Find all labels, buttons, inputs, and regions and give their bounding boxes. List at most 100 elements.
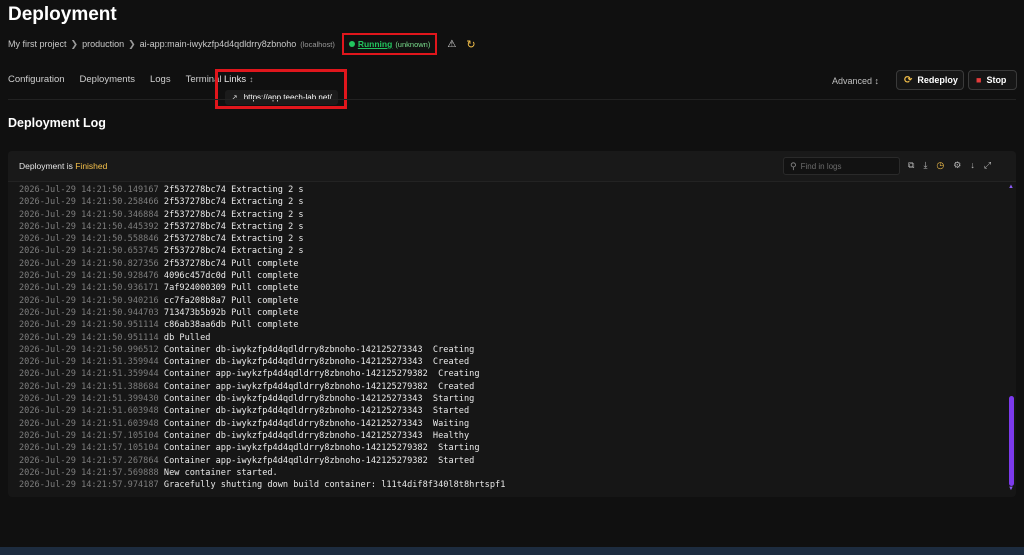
tab-bar: Configuration Deployments Logs Terminal — [8, 74, 221, 85]
copy-icon[interactable]: ⧉ — [908, 160, 914, 171]
redeploy-label: Redeploy — [917, 75, 958, 85]
log-message: Container db-iwykzfp4d4qdldrry8zbnoho-14… — [163, 344, 475, 355]
log-line: 2026-Jul-29 14:21:57.569888 New containe… — [19, 467, 999, 479]
breadcrumb-app[interactable]: ai-app:main-iwykzfp4d4qdldrry8zbnoho — [140, 39, 297, 49]
log-timestamp: 2026-Jul-29 14:21:50.951114 — [19, 332, 159, 343]
scroll-down-icon[interactable]: ▼ — [1008, 486, 1014, 492]
log-message: Container app-iwykzfp4d4qdldrry8zbnoho-1… — [163, 455, 475, 466]
log-message: c86ab38aa6db Pull complete — [163, 320, 299, 331]
search-icon: ⚲ — [790, 160, 797, 171]
log-line: 2026-Jul-29 14:21:57.105104 Container ap… — [19, 442, 999, 454]
log-message: 2f537278bc74 Extracting 2 s — [163, 246, 304, 257]
log-timestamp: 2026-Jul-29 14:21:51.359944 — [19, 357, 159, 368]
log-header: Deployment is Finished ⚲ ⧉ ⤓ ◷ ⚙ ↓ ⤢ — [8, 151, 1016, 182]
log-toolbar: ⧉ ⤓ ◷ ⚙ ↓ ⤢ — [908, 160, 991, 171]
chevron-updown-icon: ↕ — [874, 76, 880, 86]
log-message: 2f537278bc74 Extracting 2 s — [163, 234, 304, 245]
advanced-label: Advanced — [832, 76, 873, 86]
log-message: cc7fa208b8a7 Pull complete — [163, 295, 299, 306]
breadcrumb-environment[interactable]: production — [82, 39, 124, 49]
breadcrumb-host: (localhost) — [300, 39, 335, 49]
status-detail: (unknown) — [395, 39, 431, 49]
log-timestamp: 2026-Jul-29 14:21:50.928476 — [19, 271, 159, 282]
log-line: 2026-Jul-29 14:21:51.388684 Container ap… — [19, 381, 999, 393]
log-message: 2f537278bc74 Extracting 2 s — [163, 185, 304, 195]
log-timestamp: 2026-Jul-29 14:21:57.267864 — [19, 455, 159, 466]
log-line: 2026-Jul-29 14:21:50.258466 2f537278bc74… — [19, 196, 999, 208]
log-timestamp: 2026-Jul-29 14:21:51.603948 — [19, 418, 159, 429]
log-message: Gracefully shutting down build container… — [163, 480, 506, 491]
scroll-up-icon[interactable]: ▲ — [1008, 184, 1014, 190]
log-line: 2026-Jul-29 14:21:50.149167 2f537278bc74… — [19, 184, 999, 196]
log-line: 2026-Jul-29 14:21:50.928476 4096c457dc0d… — [19, 270, 999, 282]
log-message: 713473b5b92b Pull complete — [163, 307, 299, 318]
tab-logs[interactable]: Logs — [150, 74, 171, 85]
log-line: 2026-Jul-29 14:21:50.346884 2f537278bc74… — [19, 209, 999, 221]
clock-icon[interactable]: ◷ — [936, 160, 944, 171]
log-timestamp: 2026-Jul-29 14:21:50.346884 — [19, 209, 159, 220]
log-line: 2026-Jul-29 14:21:57.974187 Gracefully s… — [19, 479, 999, 491]
log-line: 2026-Jul-29 14:21:50.653745 2f537278bc74… — [19, 245, 999, 257]
log-search[interactable]: ⚲ — [783, 157, 900, 175]
log-message: 7af924000309 Pull complete — [163, 283, 299, 294]
log-line: 2026-Jul-29 14:21:51.399430 Container db… — [19, 393, 999, 405]
log-line: 2026-Jul-29 14:21:57.267864 Container ap… — [19, 455, 999, 467]
log-timestamp: 2026-Jul-29 14:21:57.974187 — [19, 480, 159, 491]
log-line: 2026-Jul-29 14:21:50.996512 Container db… — [19, 344, 999, 356]
tab-divider — [8, 99, 1016, 100]
chevron-right-icon: ❯ — [70, 38, 79, 49]
expand-icon[interactable]: ⤢ — [984, 160, 991, 171]
log-timestamp: 2026-Jul-29 14:21:50.149167 — [19, 185, 159, 195]
search-input[interactable] — [800, 161, 891, 171]
tab-configuration[interactable]: Configuration — [8, 74, 65, 85]
deployment-status: Deployment is Finished — [19, 161, 107, 171]
log-message: Container app-iwykzfp4d4qdldrry8zbnoho-1… — [163, 369, 480, 380]
section-title: Deployment Log — [8, 116, 106, 130]
log-timestamp: 2026-Jul-29 14:21:57.105104 — [19, 443, 159, 454]
status-running[interactable]: Running — [358, 39, 392, 49]
log-message: 4096c457dc0d Pull complete — [163, 271, 299, 282]
log-timestamp: 2026-Jul-29 14:21:51.388684 — [19, 381, 159, 392]
log-line: 2026-Jul-29 14:21:51.603948 Container db… — [19, 405, 999, 417]
log-timestamp: 2026-Jul-29 14:21:50.653745 — [19, 246, 159, 257]
log-message: Container db-iwykzfp4d4qdldrry8zbnoho-14… — [163, 430, 470, 441]
log-line: 2026-Jul-29 14:21:51.603948 Container db… — [19, 418, 999, 430]
log-message: 2f537278bc74 Extracting 2 s — [163, 209, 304, 220]
highlight-box — [215, 69, 347, 109]
log-line: 2026-Jul-29 14:21:51.359944 Container db… — [19, 356, 999, 368]
tab-deployments[interactable]: Deployments — [80, 74, 135, 85]
page-title: Deployment — [8, 4, 117, 25]
warning-icon[interactable]: ⚠ — [447, 39, 456, 50]
stop-icon: ■ — [976, 75, 982, 85]
log-timestamp: 2026-Jul-29 14:21:50.951114 — [19, 320, 159, 331]
log-timestamp: 2026-Jul-29 14:21:50.944703 — [19, 307, 159, 318]
log-timestamp: 2026-Jul-29 14:21:50.445392 — [19, 221, 159, 232]
log-line: 2026-Jul-29 14:21:50.951114 db Pulled — [19, 332, 999, 344]
log-line: 2026-Jul-29 14:21:50.951114 c86ab38aa6db… — [19, 319, 999, 331]
log-timestamp: 2026-Jul-29 14:21:51.399430 — [19, 394, 159, 405]
log-message: Container db-iwykzfp4d4qdldrry8zbnoho-14… — [163, 394, 475, 405]
breadcrumb-project[interactable]: My first project — [8, 39, 67, 49]
arrow-down-icon[interactable]: ↓ — [970, 160, 975, 171]
status-finished: Finished — [75, 161, 108, 171]
log-line: 2026-Jul-29 14:21:51.359944 Container ap… — [19, 368, 999, 380]
stop-button[interactable]: ■ Stop — [968, 70, 1017, 90]
scrollbar-thumb[interactable] — [1009, 396, 1014, 486]
log-line: 2026-Jul-29 14:21:50.940216 cc7fa208b8a7… — [19, 295, 999, 307]
stop-label: Stop — [986, 75, 1007, 85]
log-timestamp: 2026-Jul-29 14:21:51.359944 — [19, 369, 159, 380]
status-prefix: Deployment is — [19, 161, 73, 171]
log-timestamp: 2026-Jul-29 14:21:57.105104 — [19, 430, 159, 441]
refresh-icon[interactable]: ↻ — [466, 38, 475, 51]
bottom-taskbar — [0, 547, 1024, 555]
download-icon[interactable]: ⤓ — [923, 160, 927, 171]
redeploy-button[interactable]: ⟳ Redeploy — [896, 70, 964, 90]
debug-icon[interactable]: ⚙ — [953, 160, 961, 171]
log-line: 2026-Jul-29 14:21:50.558846 2f537278bc74… — [19, 233, 999, 245]
log-line: 2026-Jul-29 14:21:57.105104 Container db… — [19, 430, 999, 442]
log-timestamp: 2026-Jul-29 14:21:50.996512 — [19, 344, 159, 355]
status-badge[interactable]: Running (unknown) — [341, 33, 438, 55]
breadcrumb: My first project ❯ production ❯ ai-app:m… — [8, 33, 476, 55]
log-timestamp: 2026-Jul-29 14:21:50.940216 — [19, 295, 159, 306]
advanced-dropdown[interactable]: Advanced ↕ — [832, 76, 879, 86]
